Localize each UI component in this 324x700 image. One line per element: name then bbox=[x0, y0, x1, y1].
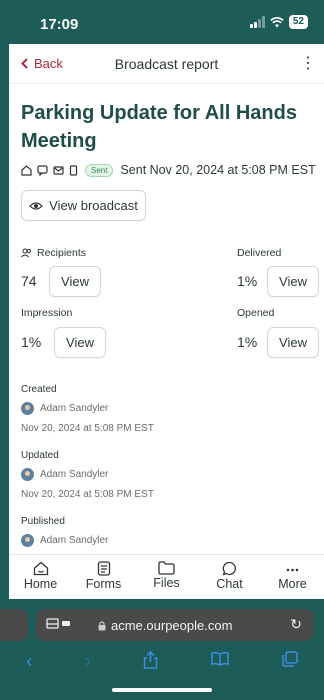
published-label: Published bbox=[21, 516, 65, 527]
recipients-value: 74 bbox=[21, 273, 37, 289]
tab-files[interactable]: Files bbox=[135, 555, 198, 599]
app-screen: Back Broadcast report ⋮ Parking Update f… bbox=[9, 44, 324, 599]
home-indicator bbox=[112, 688, 212, 692]
eye-icon bbox=[29, 201, 44, 210]
tab-home-label: Home bbox=[23, 577, 58, 591]
bottom-tab-bar: Home Forms Files Chat More bbox=[9, 554, 324, 599]
broadcast-meta: Sent Sent Nov 20, 2024 at 5:08 PM EST bbox=[21, 163, 316, 177]
browser-toolbar: ‹ › bbox=[0, 651, 324, 672]
created-label: Created bbox=[21, 384, 57, 395]
delivered-label: Delivered bbox=[237, 247, 282, 259]
status-badge: Sent bbox=[85, 163, 114, 177]
impression-view-button[interactable]: View bbox=[54, 327, 106, 358]
browser-back-icon[interactable]: ‹ bbox=[26, 651, 32, 672]
lock-icon bbox=[98, 620, 106, 630]
published-by: Adam Sandyler bbox=[21, 534, 108, 547]
email-channel-icon bbox=[53, 165, 64, 175]
battery-icon: 52 bbox=[288, 15, 308, 29]
page-title: Broadcast report bbox=[114, 56, 219, 72]
tab-more-label: More bbox=[278, 577, 307, 591]
delivered-value: 1% bbox=[237, 273, 258, 289]
navigation-bar: Back Broadcast report ⋮ bbox=[9, 44, 324, 84]
browser-chrome: acme.ourpeople.com ↻ ‹ › bbox=[0, 599, 324, 700]
url-display[interactable]: acme.ourpeople.com bbox=[98, 618, 232, 633]
avatar bbox=[21, 468, 34, 481]
home-channel-icon bbox=[21, 164, 32, 176]
tab-chat-label: Chat bbox=[216, 577, 243, 591]
wifi-icon bbox=[270, 16, 284, 27]
created-date: Nov 20, 2024 at 5:08 PM EST bbox=[21, 423, 154, 434]
view-broadcast-button[interactable]: View broadcast bbox=[21, 190, 146, 221]
opened-label: Opened bbox=[237, 307, 275, 319]
tabs-icon[interactable] bbox=[281, 651, 298, 667]
status-icons: 52 bbox=[249, 15, 308, 29]
tab-chat[interactable]: Chat bbox=[198, 555, 261, 599]
tab-forms[interactable]: Forms bbox=[72, 555, 135, 599]
recipients-view-button[interactable]: View bbox=[49, 266, 101, 297]
updated-label: Updated bbox=[21, 450, 59, 461]
chat-channel-icon bbox=[37, 164, 48, 176]
created-by: Adam Sandyler bbox=[21, 402, 108, 415]
impression-label: Impression bbox=[21, 307, 73, 319]
view-broadcast-label: View broadcast bbox=[49, 198, 138, 213]
recipients-label-text: Recipients bbox=[37, 247, 87, 259]
more-icon bbox=[286, 568, 299, 572]
updated-person-name: Adam Sandyler bbox=[40, 469, 109, 480]
created-person-name: Adam Sandyler bbox=[40, 403, 109, 414]
recipients-label: Recipients bbox=[21, 247, 86, 259]
url-text: acme.ourpeople.com bbox=[111, 618, 233, 633]
impression-value: 1% bbox=[21, 334, 42, 350]
tab-more[interactable]: More bbox=[261, 555, 324, 599]
opened-view-button[interactable]: View bbox=[267, 327, 319, 358]
tab-switcher-icon[interactable] bbox=[46, 617, 74, 631]
avatar bbox=[21, 402, 34, 415]
mobile-channel-icon bbox=[69, 164, 78, 176]
delivered-view-button[interactable]: View bbox=[267, 266, 319, 297]
chat-bubble-icon bbox=[222, 561, 236, 576]
tab-forms-label: Forms bbox=[85, 577, 122, 591]
signal-icon bbox=[249, 16, 265, 28]
avatar bbox=[21, 534, 34, 547]
previous-tab-stub[interactable] bbox=[0, 609, 28, 641]
bookmarks-icon[interactable] bbox=[211, 651, 229, 666]
status-bar: 17:09 52 bbox=[0, 0, 324, 44]
tab-home[interactable]: Home bbox=[9, 555, 72, 599]
updated-date: Nov 20, 2024 at 5:08 PM EST bbox=[21, 489, 154, 500]
sent-timestamp: Sent Nov 20, 2024 at 5:08 PM EST bbox=[120, 163, 316, 177]
more-menu-icon[interactable]: ⋮ bbox=[300, 53, 316, 73]
published-person-name: Adam Sandyler bbox=[40, 535, 109, 546]
broadcast-title: Parking Update for All Hands Meeting bbox=[21, 102, 297, 152]
reload-icon[interactable]: ↻ bbox=[290, 616, 302, 633]
folder-icon bbox=[158, 561, 175, 575]
address-bar[interactable]: acme.ourpeople.com ↻ bbox=[36, 609, 314, 641]
opened-value: 1% bbox=[237, 334, 258, 350]
browser-forward-icon[interactable]: › bbox=[85, 651, 91, 672]
status-time: 17:09 bbox=[40, 16, 79, 33]
tab-files-label: Files bbox=[153, 576, 180, 590]
share-icon[interactable] bbox=[143, 651, 158, 669]
home-icon bbox=[33, 561, 48, 576]
users-icon bbox=[21, 248, 32, 258]
updated-by: Adam Sandyler bbox=[21, 468, 108, 481]
document-icon bbox=[97, 561, 110, 576]
